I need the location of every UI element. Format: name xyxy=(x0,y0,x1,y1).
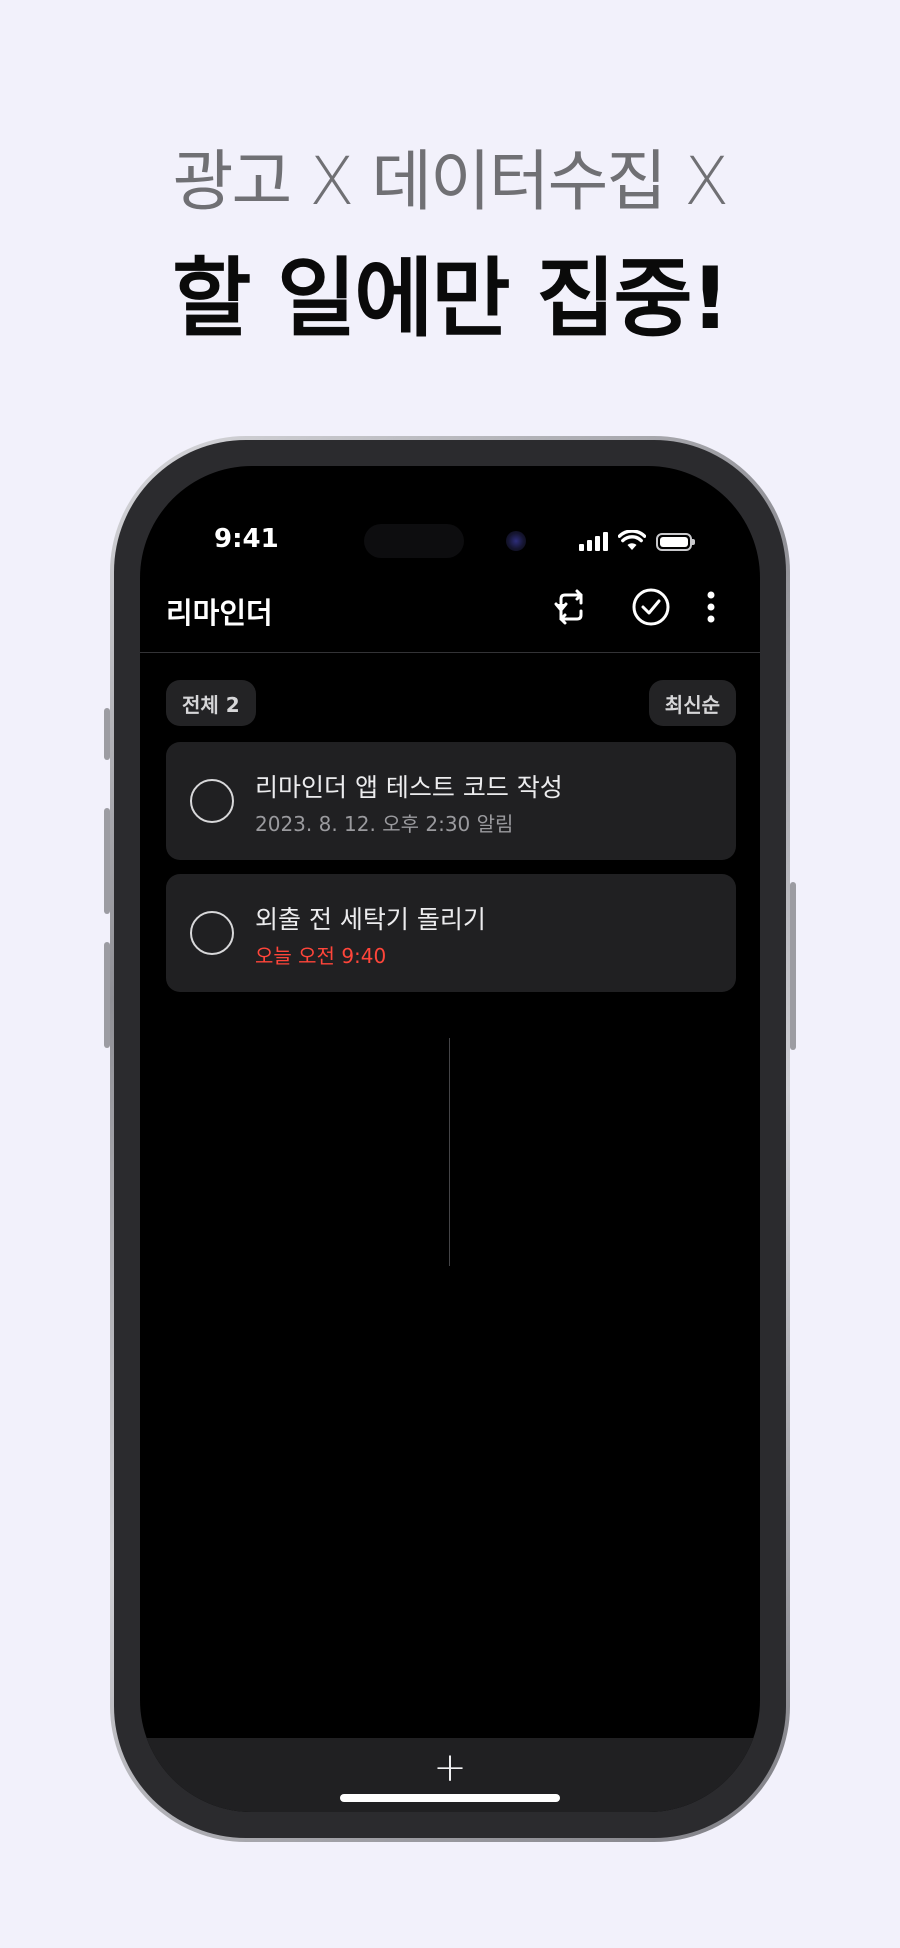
status-icons xyxy=(579,530,695,551)
more-vertical-icon xyxy=(707,591,715,623)
sync-icon xyxy=(554,589,583,625)
promo-subtitle: 광고 X 데이터수집 X xyxy=(172,143,729,220)
app-title: 리마인더 xyxy=(166,596,273,630)
more-menu-button[interactable] xyxy=(696,582,726,632)
power-button xyxy=(790,882,796,1050)
complete-checkbox[interactable] xyxy=(190,911,234,955)
status-time: 9:41 xyxy=(214,524,279,554)
add-reminder-button[interactable]: + xyxy=(433,1748,467,1812)
reminder-title: 외출 전 세탁기 돌리기 xyxy=(255,905,486,934)
complete-all-button[interactable] xyxy=(626,582,676,632)
header-divider xyxy=(140,652,760,653)
count-chip[interactable]: 전체 2 xyxy=(166,680,256,726)
reminder-time: 2023. 8. 12. 오후 2:30 알림 xyxy=(255,812,514,836)
promo-headline: 할 일에만 집중! xyxy=(172,249,730,349)
complete-checkbox[interactable] xyxy=(190,779,234,823)
reminder-card[interactable]: 리마인더 앱 테스트 코드 작성 2023. 8. 12. 오후 2:30 알림 xyxy=(166,742,736,860)
sync-button[interactable] xyxy=(546,582,596,632)
home-indicator xyxy=(340,1794,560,1802)
reminder-title: 리마인더 앱 테스트 코드 작성 xyxy=(255,773,563,802)
scroll-indicator xyxy=(449,1038,450,1266)
reminder-time-overdue: 오늘 오전 9:40 xyxy=(255,944,387,968)
phone-frame: 9:41 리마인더 전체 2 최신순 리마인더 앱 테스트 코드 작성 2023… xyxy=(110,436,790,1842)
sort-chip[interactable]: 최신순 xyxy=(648,680,736,726)
camera-lens xyxy=(506,531,526,551)
check-circle-icon xyxy=(632,588,670,626)
cellular-signal-icon xyxy=(579,531,608,551)
battery-icon xyxy=(656,533,695,551)
reminder-card[interactable]: 외출 전 세탁기 돌리기 오늘 오전 9:40 xyxy=(166,874,736,992)
wifi-icon xyxy=(618,530,646,550)
phone-screen: 9:41 리마인더 전체 2 최신순 리마인더 앱 테스트 코드 작성 2023… xyxy=(140,466,760,1812)
dynamic-island xyxy=(364,524,464,558)
